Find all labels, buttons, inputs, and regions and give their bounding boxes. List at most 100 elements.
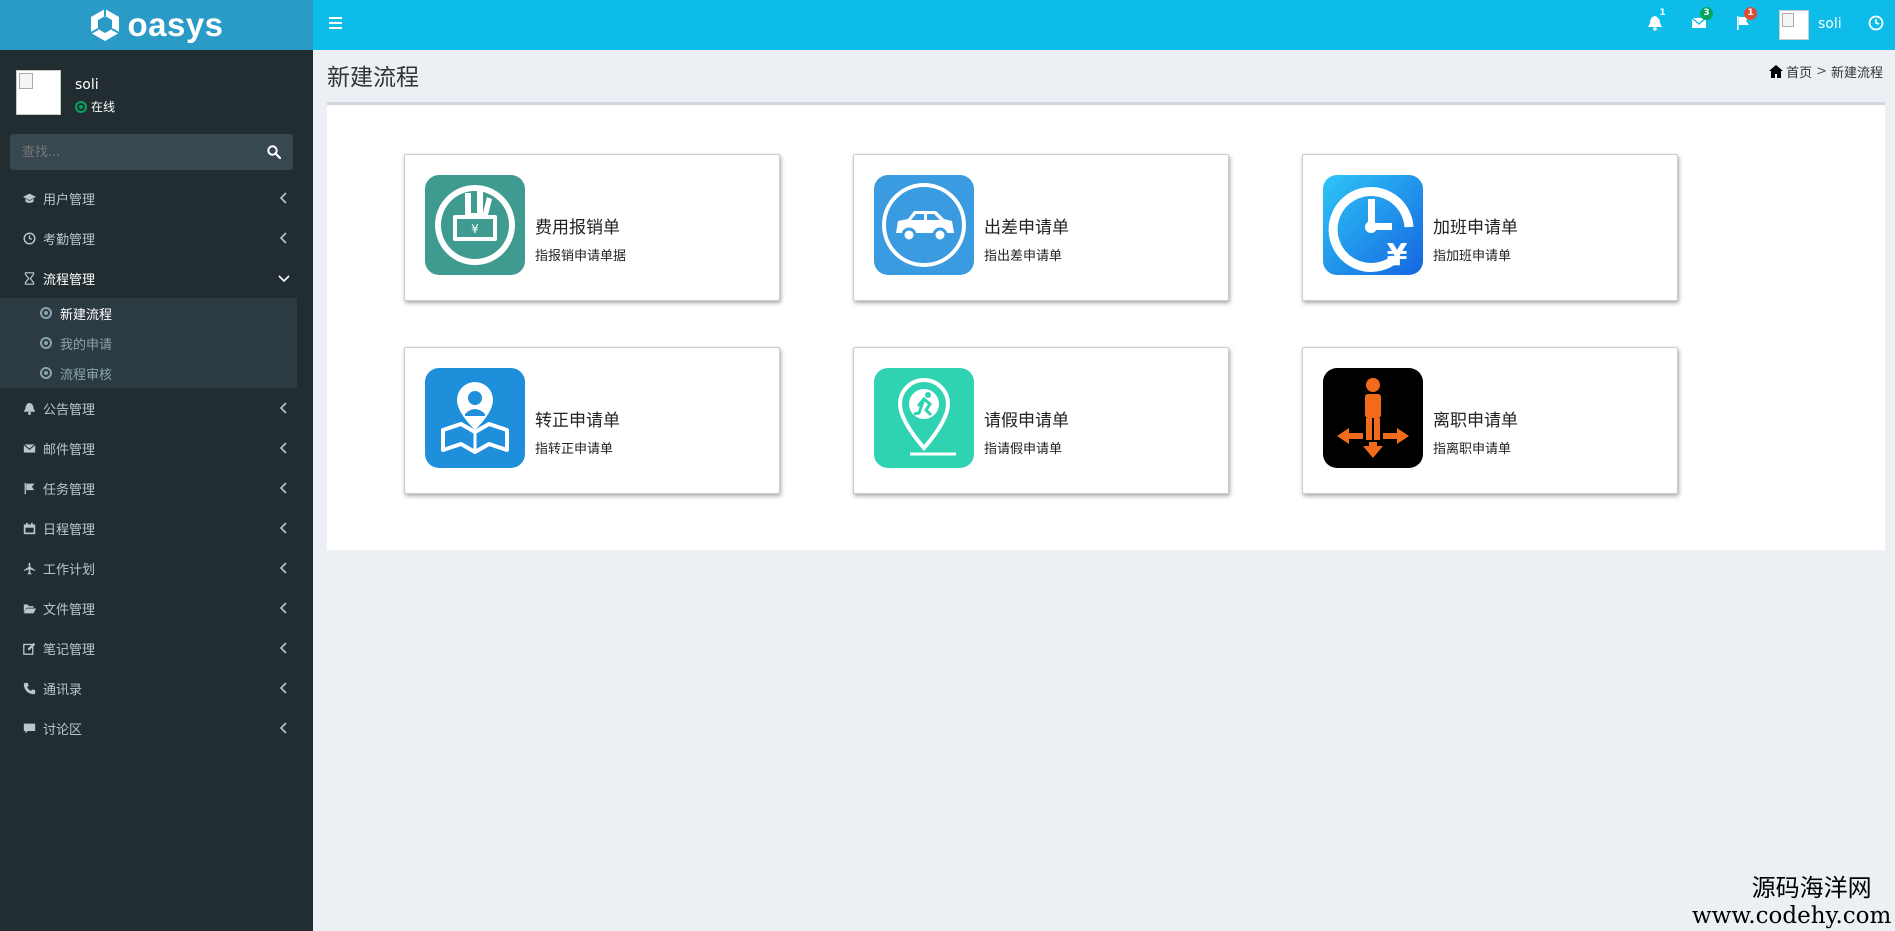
user-name: soli xyxy=(75,77,99,93)
person-arrows-icon xyxy=(1323,368,1423,468)
card-description: 指转正申请单 xyxy=(535,442,614,457)
process-card-overtime[interactable]: ¥ 加班申请单 指加班申请单 xyxy=(1302,154,1678,301)
car-icon xyxy=(874,175,974,275)
chevron-left-icon xyxy=(277,231,291,245)
chevron-left-icon xyxy=(277,641,291,655)
person-map-icon xyxy=(425,368,525,468)
tasks-button[interactable]: 1 xyxy=(1735,7,1757,33)
chevron-left-icon xyxy=(277,481,291,495)
sidebar-item-announcements[interactable]: 公告管理 xyxy=(0,388,313,428)
brand-name: oasys xyxy=(127,6,224,43)
calendar-icon xyxy=(22,521,36,535)
header-avatar[interactable] xyxy=(1779,10,1809,40)
sidebar-item-label: 日程管理 xyxy=(43,522,96,538)
edit-icon xyxy=(22,641,36,655)
header-user-name[interactable]: soli xyxy=(1818,16,1842,32)
avatar xyxy=(16,70,61,115)
sidebar-item-mail[interactable]: 邮件管理 xyxy=(0,428,313,468)
logo-icon xyxy=(90,9,120,41)
sidebar-item-schedule[interactable]: 日程管理 xyxy=(0,508,313,548)
sidebar-subitem-process-review[interactable]: 流程审核 xyxy=(0,358,297,388)
envelope-icon xyxy=(22,441,36,455)
sidebar-item-files[interactable]: 文件管理 xyxy=(0,588,313,628)
chevron-left-icon xyxy=(277,681,291,695)
chevron-left-icon xyxy=(277,441,291,455)
top-navbar: 1 3 1 soli xyxy=(313,0,1895,50)
breadcrumb: 首页 > 新建流程 xyxy=(1769,62,1883,81)
sidebar-item-label: 用户管理 xyxy=(43,192,96,208)
money-hand-icon: ¥ xyxy=(425,175,525,275)
circle-icon xyxy=(40,307,52,319)
chevron-left-icon xyxy=(277,401,291,415)
chevron-left-icon xyxy=(277,191,291,205)
sidebar-item-users[interactable]: 用户管理 xyxy=(0,178,313,218)
sidebar-item-tasks[interactable]: 任务管理 xyxy=(0,468,313,508)
plane-icon xyxy=(22,561,36,575)
breadcrumb-separator: > xyxy=(1816,64,1827,79)
sidebar-item-label: 任务管理 xyxy=(43,482,96,498)
logo[interactable]: oasys xyxy=(0,0,313,50)
sidebar-item-label: 公告管理 xyxy=(43,402,96,418)
breadcrumb-current: 新建流程 xyxy=(1830,66,1883,81)
sidebar-item-label: 通讯录 xyxy=(43,682,83,698)
search-input[interactable] xyxy=(10,144,255,160)
subitem-label: 新建流程 xyxy=(60,307,113,323)
page-title: 新建流程 xyxy=(327,65,419,91)
sidebar-item-forum[interactable]: 讨论区 xyxy=(0,708,313,748)
sidebar-item-label: 邮件管理 xyxy=(43,442,96,458)
breadcrumb-home-link[interactable]: 首页 xyxy=(1786,62,1812,81)
sidebar-subitem-new-process[interactable]: 新建流程 xyxy=(0,298,297,328)
process-card-business-trip[interactable]: 出差申请单 指出差申请单 xyxy=(853,154,1229,301)
folder-open-icon xyxy=(22,601,36,615)
sidebar-item-work-plan[interactable]: 工作计划 xyxy=(0,548,313,588)
card-description: 指出差申请单 xyxy=(984,249,1063,264)
sidebar-item-label: 考勤管理 xyxy=(43,232,96,248)
sidebar-item-contacts[interactable]: 通讯录 xyxy=(0,668,313,708)
user-panel: soli 在线 xyxy=(0,50,313,136)
sidebar-item-notes[interactable]: 笔记管理 xyxy=(0,628,313,668)
circle-icon xyxy=(40,367,52,379)
notifications-button[interactable]: 1 xyxy=(1647,7,1669,33)
chevron-left-icon xyxy=(277,521,291,535)
sidebar-item-attendance[interactable]: 考勤管理 xyxy=(0,218,313,258)
status-online-icon xyxy=(75,100,87,113)
hourglass-icon xyxy=(22,271,36,285)
clock-button[interactable] xyxy=(1868,15,1886,33)
bell-icon xyxy=(22,401,36,415)
sidebar-item-process[interactable]: 流程管理 xyxy=(0,258,313,298)
sidebar-subitem-my-requests[interactable]: 我的申请 xyxy=(0,328,297,358)
clock-yen-icon: ¥ xyxy=(1323,175,1423,275)
card-description: 指请假申请单 xyxy=(984,442,1063,457)
card-description: 指加班申请单 xyxy=(1433,249,1512,264)
graduation-cap-icon xyxy=(22,191,36,205)
sidebar-toggle-button[interactable] xyxy=(329,17,342,31)
sidebar-item-label: 流程管理 xyxy=(43,272,96,288)
clock-icon xyxy=(1868,15,1884,31)
circle-icon xyxy=(40,337,52,349)
card-title: 费用报销单 xyxy=(535,218,620,238)
card-title: 加班申请单 xyxy=(1433,218,1518,238)
card-description: 指离职申请单 xyxy=(1433,442,1512,457)
runner-pin-icon xyxy=(874,368,974,468)
process-card-expense[interactable]: ¥ 费用报销单 指报销申请单据 xyxy=(404,154,780,301)
process-card-resignation[interactable]: 离职申请单 指离职申请单 xyxy=(1302,347,1678,494)
subitem-label: 流程审核 xyxy=(60,367,113,383)
sidebar-nav: 用户管理 考勤管理 流程管理 新建流程 我的申请 流程审核 公告管理 邮件管理 … xyxy=(0,178,313,748)
watermark: 源码海洋网 www.codehy.com xyxy=(1692,874,1891,930)
search-icon xyxy=(267,145,281,159)
search-button[interactable] xyxy=(255,134,293,170)
user-status: 在线 xyxy=(75,98,115,115)
process-card-panel: ¥ 费用报销单 指报销申请单据 出差申请单 指出差申请单 ¥ 加班申请单 指加班… xyxy=(327,102,1885,550)
phone-icon xyxy=(22,681,36,695)
process-card-regularization[interactable]: 转正申请单 指转正申请单 xyxy=(404,347,780,494)
chevron-down-icon xyxy=(277,271,291,285)
messages-button[interactable]: 3 xyxy=(1691,7,1713,33)
sidebar-item-label: 笔记管理 xyxy=(43,642,96,658)
card-title: 离职申请单 xyxy=(1433,411,1518,431)
messages-badge: 3 xyxy=(1700,7,1713,20)
process-submenu: 新建流程 我的申请 流程审核 xyxy=(0,298,297,388)
watermark-line2: www.codehy.com xyxy=(1692,903,1892,929)
subitem-label: 我的申请 xyxy=(60,337,113,353)
clock-icon xyxy=(22,231,36,245)
process-card-leave[interactable]: 请假申请单 指请假申请单 xyxy=(853,347,1229,494)
